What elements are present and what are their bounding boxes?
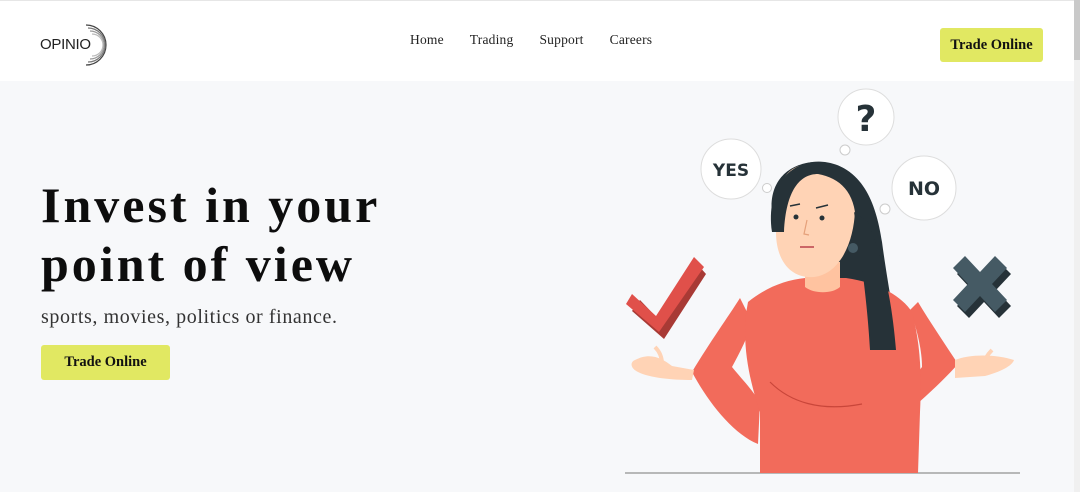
brand-logo[interactable]: OPINIO: [40, 21, 120, 69]
right-eye: [819, 215, 825, 221]
logo-swirl-icon: [85, 24, 107, 66]
header-trade-online-button[interactable]: Trade Online: [940, 28, 1043, 62]
nav-home[interactable]: Home: [410, 32, 444, 48]
thought-dot-right: [879, 203, 891, 215]
site-header: OPINIO Home Trading Support Careers Trad…: [0, 0, 1080, 81]
hero-title: Invest in your point of view: [41, 177, 380, 292]
shirt: [745, 278, 921, 473]
cross-icon: [953, 256, 1011, 318]
nav-careers[interactable]: Careers: [610, 32, 653, 48]
nav-trading[interactable]: Trading: [470, 32, 514, 48]
main-nav: Home Trading Support Careers: [410, 32, 678, 48]
no-text: NO: [908, 178, 940, 200]
thought-dot-top: [839, 144, 851, 156]
decision-illustration: ? YES NO: [625, 88, 1020, 474]
scrollbar[interactable]: [1074, 0, 1080, 492]
nav-support[interactable]: Support: [539, 32, 583, 48]
thought-dot-left: [762, 183, 772, 193]
earring: [848, 243, 858, 253]
checkmark-icon: [626, 257, 706, 339]
scrollbar-thumb[interactable]: [1074, 0, 1080, 60]
left-eye: [793, 214, 799, 220]
question-mark-text: ?: [856, 99, 877, 140]
yes-text: YES: [712, 161, 749, 181]
hero-subtitle: sports, movies, politics or finance.: [41, 306, 338, 328]
hero-trade-online-button[interactable]: Trade Online: [41, 345, 170, 380]
